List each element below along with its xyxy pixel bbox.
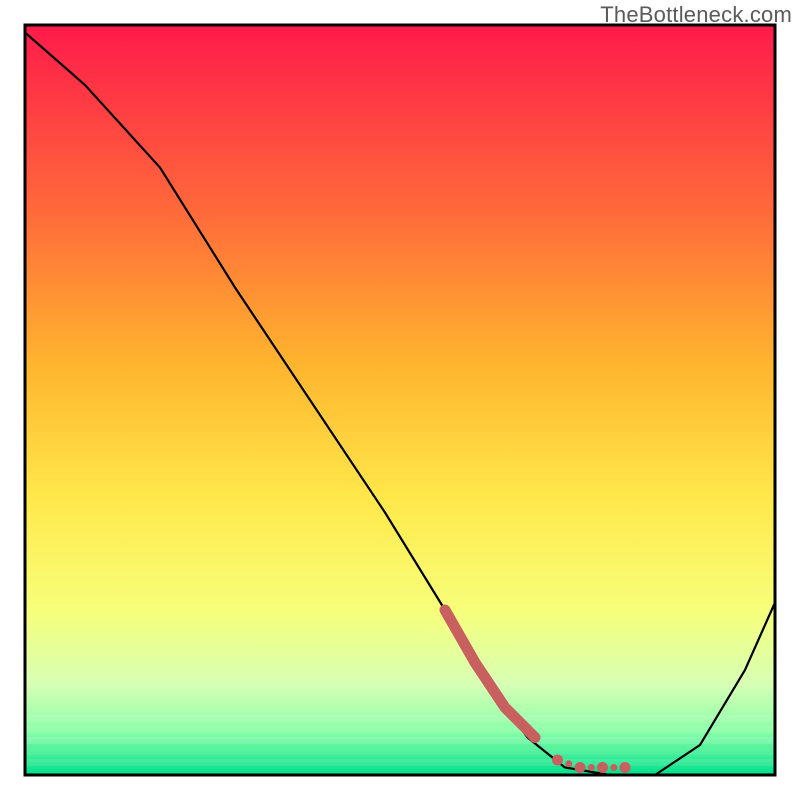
watermark-text: TheBottleneck.com (600, 2, 792, 28)
gradient-background (25, 25, 775, 775)
chart-canvas (0, 0, 800, 800)
chart-stage: TheBottleneck.com (0, 0, 800, 800)
